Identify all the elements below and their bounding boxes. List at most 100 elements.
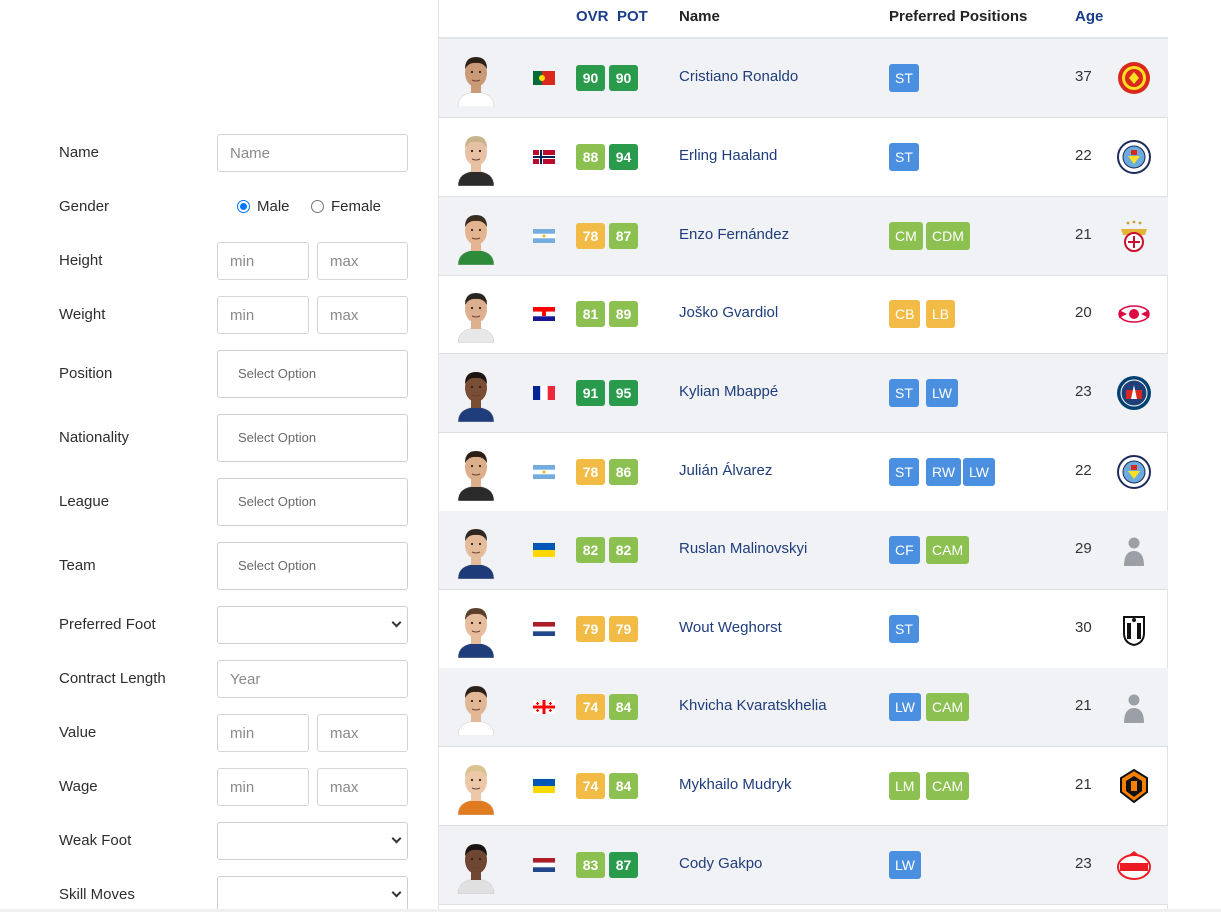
player-photo [456,759,496,816]
gender-label: Gender [59,198,110,215]
name-input[interactable] [217,134,408,172]
player-name-link[interactable]: Ruslan Malinovskyi [679,540,807,558]
player-name-link[interactable]: Joško Gvardiol [679,304,778,322]
position-badge: LW [889,693,921,721]
position-badge: CAM [926,772,970,800]
chevron-down-icon [391,833,402,844]
player-name-link[interactable]: Enzo Fernández [679,226,789,244]
filter-skill-moves-row: Skill Moves [59,876,408,912]
pot-badge: 95 [609,380,638,406]
player-age: 21 [1075,776,1092,793]
player-name-link[interactable]: Cristiano Ronaldo [679,68,798,86]
ovr-badge: 82 [576,537,605,563]
height-max-input[interactable] [317,242,408,280]
position-badge: CAM [926,693,970,721]
table-row[interactable]: 74 84 Khvicha Kvaratskhelia LW CAM 21 [439,668,1168,747]
player-name-link[interactable]: Khvicha Kvaratskhelia [679,697,827,715]
team-select[interactable]: Select Option [217,542,408,590]
weight-label: Weight [59,306,106,323]
skill-moves-select[interactable] [217,876,408,912]
pot-badge: 86 [609,459,638,485]
preferred-foot-select[interactable] [217,606,408,644]
table-row[interactable]: 90 90 Cristiano Ronaldo ST 37 [439,39,1168,118]
chevron-down-icon [391,617,402,628]
pot-badge: 87 [609,852,638,878]
height-label: Height [59,252,103,269]
filter-nationality-row: Nationality Select Option [59,414,408,462]
wage-min-input[interactable] [217,768,309,806]
table-row[interactable]: 74 84 Mykhailo Mudryk LM CAM 21 [439,747,1168,826]
table-row[interactable]: 78 86 Julián Álvarez ST RW LW 22 [439,433,1168,512]
nationality-select[interactable]: Select Option [217,414,408,462]
player-age: 23 [1075,855,1092,872]
player-name-link[interactable]: Julián Álvarez [679,462,772,480]
player-photo [456,838,496,895]
position-badge: RW [926,458,962,486]
preferred-foot-label: Preferred Foot [59,616,156,633]
table-row[interactable]: 82 82 Ruslan Malinovskyi CF CAM 29 [439,511,1168,590]
league-label: League [59,493,110,510]
table-row[interactable]: 78 87 Enzo Fernández CM CDM 21 [439,197,1168,276]
ovr-badge: 74 [576,694,605,720]
player-photo [456,523,496,580]
player-age: 22 [1075,462,1092,479]
weight-min-input[interactable] [217,296,309,334]
skill-moves-label: Skill Moves [59,886,135,903]
gender-male-radio[interactable]: Male [237,198,290,215]
player-photo [456,51,496,108]
player-age: 30 [1075,619,1092,636]
weak-foot-select[interactable] [217,822,408,860]
ovr-badge: 74 [576,773,605,799]
contract-length-input[interactable] [217,660,408,698]
shakhtar-donetsk-crest-icon [1116,768,1152,804]
ovr-badge: 83 [576,852,605,878]
position-badge: ST [889,64,919,92]
value-min-input[interactable] [217,714,309,752]
ovr-column-header[interactable]: OVR [576,8,609,26]
position-badge: CB [889,300,921,328]
position-badge: CAM [926,536,970,564]
ovr-badge: 90 [576,65,605,91]
table-row[interactable]: 79 79 Wout Weghorst ST 30 [439,590,1168,669]
table-row[interactable]: 83 87 Cody Gakpo LW 23 [439,826,1168,905]
name-column-header: Name [679,8,720,25]
position-badge: CF [889,536,920,564]
table-header: OVR POT Name Preferred Positions Age [439,0,1168,39]
ovr-badge: 79 [576,616,605,642]
team-label: Team [59,557,96,574]
pot-badge: 89 [609,301,638,327]
netherlands-flag-icon [533,622,555,636]
league-select[interactable]: Select Option [217,478,408,526]
radio-unchecked-icon[interactable] [311,200,324,213]
benfica-crest-icon [1116,218,1152,254]
player-photo [456,287,496,344]
position-badge: LW [926,379,958,407]
value-max-input[interactable] [317,714,408,752]
player-name-link[interactable]: Cody Gakpo [679,855,762,873]
position-select[interactable]: Select Option [217,350,408,398]
manchester-united-crest-icon [1116,60,1152,96]
position-badge: LM [889,772,921,800]
player-name-link[interactable]: Wout Weghorst [679,619,782,637]
player-name-link[interactable]: Kylian Mbappé [679,383,778,401]
croatia-flag-icon [533,307,555,321]
table-row[interactable]: 88 94 Erling Haaland ST 22 [439,118,1168,197]
weight-max-input[interactable] [317,296,408,334]
gender-female-radio[interactable]: Female [311,198,381,215]
age-column-header[interactable]: Age [1075,8,1103,26]
radio-checked-icon[interactable] [237,200,250,213]
gender-female-label: Female [331,198,382,215]
player-name-link[interactable]: Mykhailo Mudryk [679,776,792,794]
pot-badge: 87 [609,223,638,249]
wage-max-input[interactable] [317,768,408,806]
player-photo [456,445,496,502]
player-name-link[interactable]: Erling Haaland [679,147,777,165]
table-row[interactable]: 91 95 Kylian Mbappé ST LW 23 [439,354,1168,433]
pot-column-header[interactable]: POT [617,8,648,26]
height-min-input[interactable] [217,242,309,280]
position-badge: ST [889,143,919,171]
table-row[interactable]: 81 89 Joško Gvardiol CB LB 20 [439,275,1168,354]
pot-badge: 84 [609,773,638,799]
filter-name-row: Name [59,134,408,172]
position-label: Position [59,365,113,382]
